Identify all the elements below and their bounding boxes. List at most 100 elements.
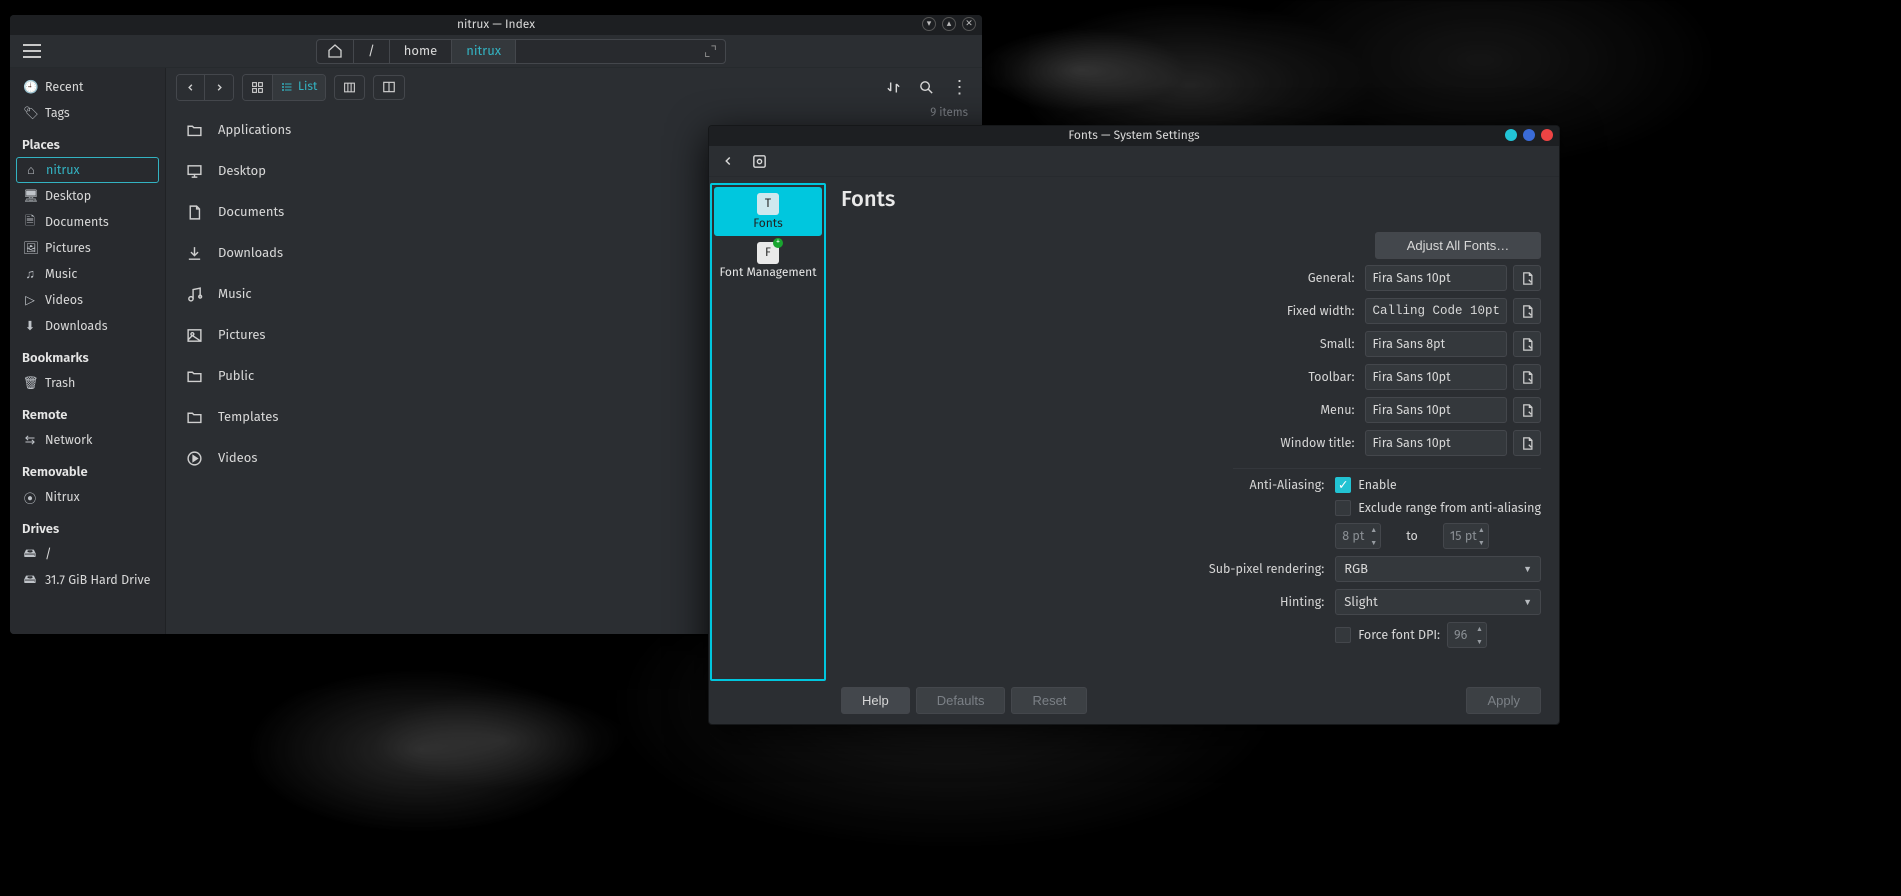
subpixel-select[interactable]: RGB▼ bbox=[1335, 556, 1541, 582]
list-view-label: List bbox=[298, 80, 317, 94]
sidebar-item-music[interactable]: ♫Music bbox=[16, 261, 159, 287]
menu-icon[interactable] bbox=[20, 39, 44, 63]
list-view-button[interactable]: List bbox=[273, 75, 325, 100]
category-pane: TFontsFFont Management bbox=[709, 177, 827, 724]
breadcrumb-root[interactable]: / bbox=[354, 40, 390, 63]
sidebar-item-recent[interactable]: 🕘Recent bbox=[16, 74, 159, 100]
defaults-button[interactable]: Defaults bbox=[916, 687, 1006, 714]
antialias-enable-checkbox[interactable]: ✓ bbox=[1335, 477, 1351, 493]
configure-icon[interactable] bbox=[751, 153, 768, 170]
folder-icon bbox=[184, 408, 204, 428]
exclude-to-spinner[interactable]: 15 pt ▲▼ bbox=[1443, 523, 1489, 549]
folder-icon bbox=[184, 367, 204, 387]
more-icon[interactable]: ⋮ bbox=[947, 75, 972, 100]
index-titlebar: nitrux — Index ▾ ▴ ✕ bbox=[10, 15, 982, 35]
desktop-icon bbox=[184, 162, 204, 182]
sidebar-item-31-7-gib-hard-drive[interactable]: 🖴31.7 GiB Hard Drive bbox=[16, 567, 159, 593]
breadcrumb-expand-icon[interactable]: ⌞⌝ bbox=[696, 43, 725, 60]
force-dpi-spinner[interactable]: 96 ▲▼ bbox=[1447, 622, 1487, 648]
back-icon[interactable] bbox=[721, 154, 735, 168]
font-field-5[interactable]: Fira Sans 10pt bbox=[1365, 430, 1507, 456]
search-icon[interactable] bbox=[914, 75, 939, 100]
breadcrumb: / home nitrux ⌞⌝ bbox=[316, 39, 726, 64]
sidebar-icon: 🖼 bbox=[23, 241, 37, 256]
video-icon bbox=[184, 449, 204, 469]
doc-icon bbox=[184, 203, 204, 223]
sidebar-item--[interactable]: 🖴/ bbox=[16, 541, 159, 567]
hinting-select[interactable]: Slight▼ bbox=[1335, 589, 1541, 615]
sidebar-heading: Remote bbox=[22, 408, 153, 423]
sidebar-item-desktop[interactable]: 🖥Desktop bbox=[16, 183, 159, 209]
exclude-from-spinner[interactable]: 8 pt ▲▼ bbox=[1335, 523, 1381, 549]
columns-view-button[interactable] bbox=[334, 75, 365, 100]
reset-button[interactable]: Reset bbox=[1011, 687, 1087, 714]
font-row-label: Menu: bbox=[1320, 403, 1357, 418]
recent-icon: 🕘 bbox=[23, 80, 37, 95]
sidebar-item-network[interactable]: ⇆Network bbox=[16, 427, 159, 453]
index-header: / home nitrux ⌞⌝ bbox=[10, 35, 982, 68]
breadcrumb-home-icon[interactable] bbox=[317, 40, 354, 63]
pic-icon bbox=[184, 326, 204, 346]
item-count: 9 items bbox=[930, 106, 968, 120]
minimize-icon[interactable] bbox=[1505, 129, 1517, 141]
page-title: Fonts bbox=[841, 185, 1541, 212]
maximize-icon[interactable] bbox=[1523, 129, 1535, 141]
grid-view-button[interactable] bbox=[243, 75, 273, 100]
split-view-button[interactable] bbox=[373, 75, 405, 100]
sidebar-icon: 🖴 bbox=[23, 544, 37, 565]
font-picker-button[interactable] bbox=[1513, 298, 1541, 324]
font-field-2[interactable]: Fira Sans 8pt bbox=[1365, 331, 1507, 357]
sidebar-heading: Places bbox=[22, 138, 153, 153]
help-button[interactable]: Help bbox=[841, 687, 910, 714]
font-field-3[interactable]: Fira Sans 10pt bbox=[1365, 364, 1507, 390]
settings-titlebar: Fonts — System Settings bbox=[709, 126, 1559, 146]
sidebar-item-nitrux[interactable]: ⌂nitrux bbox=[16, 157, 159, 183]
font-field-1[interactable]: Calling Code 10pt bbox=[1365, 298, 1507, 324]
category-fonts[interactable]: TFonts bbox=[714, 187, 822, 236]
back-button[interactable] bbox=[177, 75, 205, 100]
exclude-range-label: Exclude range from anti-aliasing bbox=[1358, 501, 1541, 516]
adjust-all-fonts-button[interactable]: Adjust All Fonts… bbox=[1375, 232, 1541, 259]
apply-button[interactable]: Apply bbox=[1466, 687, 1541, 714]
force-dpi-label: Force font DPI: bbox=[1358, 628, 1440, 643]
sidebar-icon: 🖴 bbox=[23, 570, 37, 591]
exclude-range-checkbox[interactable] bbox=[1335, 500, 1351, 516]
settings-title: Fonts — System Settings bbox=[1068, 129, 1199, 143]
sidebar-item-downloads[interactable]: ⬇Downloads bbox=[16, 313, 159, 339]
breadcrumb-current[interactable]: nitrux bbox=[452, 40, 516, 63]
sidebar-item-videos[interactable]: ▷Videos bbox=[16, 287, 159, 313]
font-row-label: Toolbar: bbox=[1308, 370, 1357, 385]
sidebar-item-pictures[interactable]: 🖼Pictures bbox=[16, 235, 159, 261]
font-picker-button[interactable] bbox=[1513, 331, 1541, 357]
sidebar-item-documents[interactable]: 🗎Documents bbox=[16, 209, 159, 235]
font-picker-button[interactable] bbox=[1513, 430, 1541, 456]
category-icon: F bbox=[757, 242, 779, 264]
sidebar-item-trash[interactable]: 🗑Trash bbox=[16, 370, 159, 396]
font-field-0[interactable]: Fira Sans 10pt bbox=[1365, 265, 1507, 291]
sort-icon[interactable] bbox=[881, 75, 906, 100]
font-picker-button[interactable] bbox=[1513, 397, 1541, 423]
font-picker-button[interactable] bbox=[1513, 265, 1541, 291]
sidebar-icon: 🗑 bbox=[23, 376, 37, 391]
close-icon[interactable]: ✕ bbox=[962, 17, 976, 31]
font-row-label: Fixed width: bbox=[1287, 304, 1358, 319]
font-picker-button[interactable] bbox=[1513, 364, 1541, 390]
font-field-4[interactable]: Fira Sans 10pt bbox=[1365, 397, 1507, 423]
forward-button[interactable] bbox=[205, 75, 233, 100]
breadcrumb-home[interactable]: home bbox=[390, 40, 452, 63]
sidebar-icon: ♫ bbox=[23, 267, 37, 282]
subpixel-label: Sub-pixel rendering: bbox=[1209, 562, 1327, 577]
sidebar-icon: ⬇ bbox=[23, 318, 37, 334]
settings-window: Fonts — System Settings TFontsFFont Mana… bbox=[708, 125, 1560, 725]
file-toolbar: List ⋮ bbox=[166, 68, 982, 106]
view-switch: List bbox=[242, 74, 326, 101]
exclude-to-label: to bbox=[1388, 529, 1436, 544]
maximize-icon[interactable]: ▴ bbox=[942, 17, 956, 31]
sidebar-item-tags[interactable]: 🏷Tags bbox=[16, 100, 159, 126]
close-icon[interactable] bbox=[1541, 129, 1553, 141]
sidebar: 🕘Recent🏷Tags Places ⌂nitrux🖥Desktop🗎Docume… bbox=[10, 68, 166, 634]
category-font-management[interactable]: FFont Management bbox=[714, 236, 822, 285]
force-dpi-checkbox[interactable] bbox=[1335, 627, 1351, 643]
sidebar-item-nitrux[interactable]: ⦿Nitrux bbox=[16, 484, 159, 510]
minimize-icon[interactable]: ▾ bbox=[922, 17, 936, 31]
